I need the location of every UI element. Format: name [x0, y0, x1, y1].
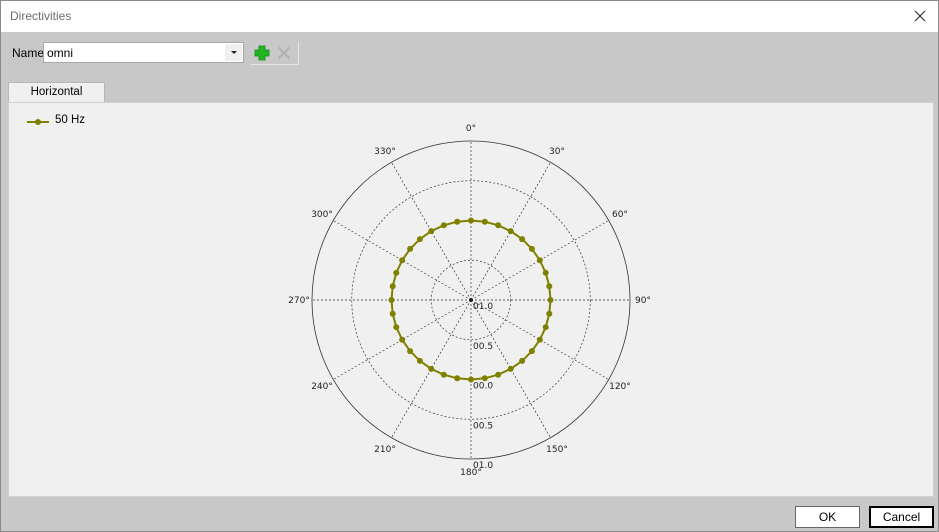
series-point-0-18: [468, 376, 474, 383]
chevron-down-icon[interactable]: [225, 44, 242, 61]
name-combobox-value: omni: [47, 46, 74, 60]
series-point-0-21: [428, 365, 435, 372]
series-point-0-23: [407, 348, 414, 355]
series-point-0-28: [389, 283, 396, 290]
series-point-0-9: [547, 297, 554, 303]
series-point-0-27: [388, 297, 395, 303]
radial-tick-label-4: 01.0: [473, 461, 493, 471]
series-point-0-34: [440, 222, 447, 229]
series-point-0-13: [528, 348, 535, 355]
directivities-window: Directivities Name omni Horizontal 50 Hz: [0, 0, 939, 532]
series-point-0-11: [542, 324, 549, 331]
angular-tick-label-0: 0°: [466, 124, 476, 134]
toolbar-buttons: [251, 42, 299, 65]
radial-tick-label-2: 00.0: [473, 382, 493, 392]
series-point-0-17: [481, 375, 488, 382]
series-point-0-0: [468, 217, 474, 224]
plus-icon[interactable]: [253, 44, 271, 62]
angular-tick-label-2: 60°: [612, 210, 628, 220]
chart-panel: 50 Hz 0° 30° 60° 90° 120° 150° 180° 210° 240° 270…: [8, 102, 934, 497]
polar-center-point: [469, 298, 473, 302]
series-point-0-10: [546, 310, 553, 317]
series-point-0-7: [542, 269, 549, 276]
series-point-0-12: [536, 336, 543, 343]
series-point-0-15: [507, 365, 514, 372]
angular-tick-label-9: 270°: [288, 296, 310, 306]
series-point-0-29: [393, 269, 400, 276]
title-bar: Directivities: [1, 1, 938, 32]
angular-tick-label-8: 240°: [311, 382, 333, 392]
angular-tick-label-4: 120°: [609, 382, 631, 392]
radial-tick-label-0: 01.0: [473, 302, 493, 312]
series-point-0-35: [454, 218, 461, 225]
series-point-0-24: [399, 336, 406, 343]
series-point-0-2: [495, 222, 502, 229]
angular-tick-label-10: 300°: [311, 210, 333, 220]
tab-horizontal[interactable]: Horizontal: [8, 82, 105, 103]
radial-tick-label-3: 00.5: [473, 421, 493, 431]
series-point-0-32: [416, 236, 423, 243]
angular-tick-label-3: 90°: [635, 296, 651, 306]
name-combobox[interactable]: omni: [43, 42, 244, 63]
x-icon[interactable]: [275, 44, 293, 62]
series-point-0-16: [495, 371, 502, 378]
series-point-0-8: [546, 283, 553, 290]
series-point-0-33: [428, 228, 435, 235]
window-title: Directivities: [10, 9, 72, 23]
ok-button[interactable]: OK: [795, 506, 860, 528]
radial-tick-label-1: 00.5: [473, 342, 493, 352]
tab-horizontal-label: Horizontal: [30, 86, 83, 98]
series-point-0-31: [407, 245, 414, 252]
series-point-0-19: [454, 375, 461, 382]
name-label: Name: [12, 46, 45, 60]
series-point-0-6: [536, 257, 543, 264]
angular-tick-label-11: 330°: [374, 147, 396, 157]
series-point-0-30: [399, 257, 406, 264]
series-point-0-3: [507, 228, 514, 235]
series-point-0-26: [389, 310, 396, 317]
series-point-0-14: [519, 357, 526, 364]
series-point-0-22: [416, 357, 423, 364]
polar-chart: 0°30°60°90°120°150°180°210°240°270°300°3…: [288, 124, 651, 478]
angular-tick-label-5: 150°: [546, 445, 568, 455]
series-point-0-1: [481, 218, 488, 225]
close-icon[interactable]: [908, 4, 932, 28]
series-point-0-5: [528, 245, 535, 252]
series-point-0-20: [440, 371, 447, 378]
series-point-0-4: [519, 236, 526, 243]
cancel-button[interactable]: Cancel: [869, 506, 934, 528]
angular-tick-label-7: 210°: [374, 445, 396, 455]
angular-tick-label-1: 30°: [549, 147, 565, 157]
series-point-0-25: [393, 324, 400, 331]
